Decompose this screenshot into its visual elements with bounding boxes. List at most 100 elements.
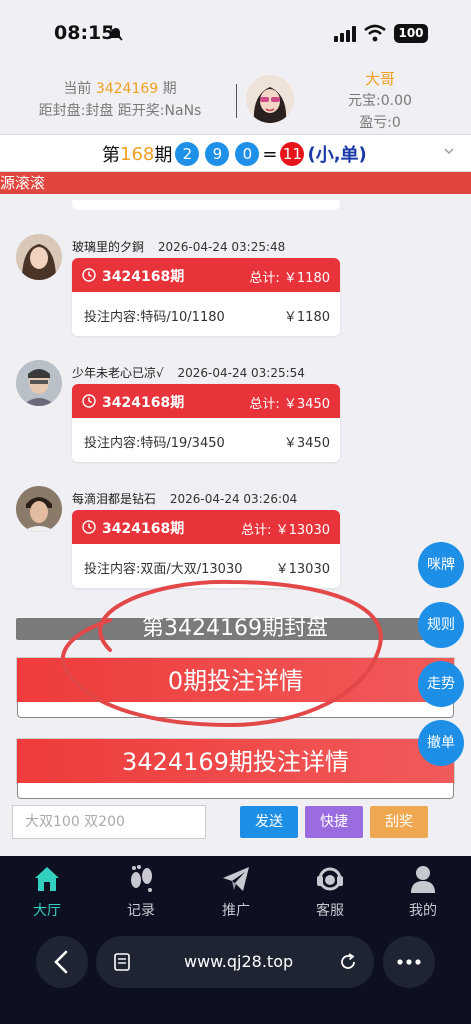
bet-content: 投注内容:双面/大双/13030 xyxy=(84,562,243,577)
bet-card: 3424168期 总计: ￥1180 投注内容:特码/10/1180 ￥1180 xyxy=(72,258,340,336)
nav-promo[interactable]: 推广 xyxy=(206,864,266,920)
headset-icon xyxy=(317,867,343,891)
current-suffix: 期 xyxy=(162,81,177,97)
bet-amount: ￥13030 xyxy=(275,562,330,577)
feed-username: 每滴泪都是钻石 xyxy=(72,492,157,506)
bet-amount: ￥1180 xyxy=(283,310,330,325)
draw-ball-2: 9 xyxy=(205,142,230,166)
bet-total: 总计: ￥1180 xyxy=(249,271,330,286)
username: 大哥 xyxy=(364,70,395,88)
feed-meta: 玻璃里的夕錒 2026-04-24 03:25:48 xyxy=(72,238,285,255)
draw-size: 小 xyxy=(315,145,334,166)
draw-open-paren: ( xyxy=(307,143,316,165)
draw-equals: = xyxy=(262,143,278,165)
trend-button[interactable]: 走势 xyxy=(418,661,464,707)
chevron-left-icon xyxy=(54,950,68,974)
bottom-navigation: 大厅 记录 推广 客服 我的 www.qj28.top xyxy=(0,856,471,1024)
zero-issue-bet-details-label: 0期投注详情 xyxy=(167,667,304,695)
feed-time: 2026-04-24 03:25:54 xyxy=(177,366,305,380)
send-button[interactable]: 发送 xyxy=(240,806,298,838)
footprints-icon xyxy=(131,865,152,892)
nav-service[interactable]: 客服 xyxy=(300,864,360,920)
draw-issue: 168 xyxy=(120,143,155,165)
balance-text: 元宝:0.00 xyxy=(348,93,412,109)
home-icon xyxy=(35,867,59,891)
more-dots-icon xyxy=(397,959,421,965)
nav-mine-label: 我的 xyxy=(409,903,437,919)
feed-meta: 每滴泪都是钻石 2026-04-24 03:26:04 xyxy=(72,490,297,507)
cellular-signal-icon xyxy=(334,26,356,42)
page-menu-icon[interactable] xyxy=(112,952,132,972)
bell-muted-icon xyxy=(109,27,123,41)
nav-records[interactable]: 记录 xyxy=(111,864,171,920)
browser-back-button[interactable] xyxy=(36,936,88,988)
draw-sum-ball: 11 xyxy=(280,142,305,166)
clock-icon xyxy=(82,268,96,282)
draw-ball-1: 2 xyxy=(175,142,200,166)
status-time: 08:15 xyxy=(54,22,115,44)
nav-promo-label: 推广 xyxy=(222,903,250,919)
last-draw-bar[interactable]: 第 168 期 2 9 0 = 11 ( 小 , 单 ) xyxy=(0,134,471,172)
detail-panel-placeholder xyxy=(17,783,454,799)
scratch-button[interactable]: 刮奖 xyxy=(370,806,428,838)
feed-time: 2026-04-24 03:26:04 xyxy=(169,492,298,506)
paper-plane-icon xyxy=(223,867,249,891)
zero-issue-bet-details-button[interactable]: 0期投注详情 xyxy=(16,657,455,718)
previous-card-tail xyxy=(72,200,340,210)
countdown-text: 距封盘:封盘 距开奖:NaNs xyxy=(38,103,202,119)
bet-card: 3424168期 总计: ￥13030 投注内容:双面/大双/13030 ￥13… xyxy=(72,510,340,588)
bet-card-header: 3424168期 总计: ￥1180 xyxy=(72,258,340,292)
feed-avatar xyxy=(16,360,62,406)
nav-records-label: 记录 xyxy=(127,903,155,919)
user-info: 大哥 元宝:0.00 盈亏:0 xyxy=(330,68,430,134)
bet-total: 总计: ￥13030 xyxy=(241,523,330,538)
game-header: 当前 3424169 期 距封盘:封盘 距开奖:NaNs 大哥 元宝:0.00 … xyxy=(0,66,471,134)
bet-total: 总计: ￥3450 xyxy=(249,397,330,412)
bet-card: 3424168期 总计: ￥3450 投注内容:特码/19/3450 ￥3450 xyxy=(72,384,340,462)
draw-comma: , xyxy=(333,143,341,165)
nav-service-label: 客服 xyxy=(316,903,344,919)
reload-icon[interactable] xyxy=(338,952,358,972)
reveal-card-button[interactable]: 咪牌 xyxy=(418,542,464,588)
browser-url-bar[interactable]: www.qj28.top xyxy=(96,936,374,988)
clock-icon xyxy=(82,520,96,534)
bet-card-body: 投注内容:双面/大双/13030 ￥13030 xyxy=(72,544,340,588)
draw-close-paren: ) xyxy=(358,143,367,165)
quick-button[interactable]: 快捷 xyxy=(305,806,363,838)
user-avatar[interactable] xyxy=(246,75,294,123)
bet-issue: 3424168期 xyxy=(102,395,185,411)
browser-more-button[interactable] xyxy=(383,936,435,988)
clock-icon xyxy=(82,394,96,408)
bet-message-input[interactable] xyxy=(12,805,206,839)
closed-issue-banner: 第3424169期封盘 xyxy=(16,618,454,640)
battery-indicator: 100 xyxy=(394,24,428,43)
cancel-bet-button[interactable]: 撤单 xyxy=(418,720,464,766)
bet-card-body: 投注内容:特码/19/3450 ￥3450 xyxy=(72,418,340,462)
draw-ball-3: 0 xyxy=(235,142,260,166)
feed-username: 少年未老心已凉√ xyxy=(72,366,164,380)
bet-card-header: 3424168期 总计: ￥3450 xyxy=(72,384,340,418)
bet-card-header: 3424168期 总计: ￥13030 xyxy=(72,510,340,544)
bet-content: 投注内容:特码/10/1180 xyxy=(84,310,225,325)
status-bar: 08:15 100 xyxy=(0,0,471,66)
draw-suffix: 期 xyxy=(154,145,173,166)
user-icon xyxy=(411,866,435,893)
feed-username: 玻璃里的夕錒 xyxy=(72,240,145,254)
profit-text: 盈亏:0 xyxy=(359,115,401,131)
feed-time: 2026-04-24 03:25:48 xyxy=(157,240,286,254)
chevron-down-icon[interactable] xyxy=(443,145,455,157)
current-issue-bet-details-label: 3424169期投注详情 xyxy=(122,748,349,776)
current-issue-number: 3424169 xyxy=(95,81,159,97)
header-divider xyxy=(236,84,237,118)
detail-panel-placeholder xyxy=(17,702,454,718)
feed-meta: 少年未老心已凉√ 2026-04-24 03:25:54 xyxy=(72,364,305,381)
current-issue-bet-details-button[interactable]: 3424169期投注详情 xyxy=(16,738,455,799)
feed-avatar xyxy=(16,234,62,280)
browser-url: www.qj28.top xyxy=(184,952,294,971)
rules-button[interactable]: 规则 xyxy=(418,602,464,648)
bet-issue: 3424168期 xyxy=(102,269,185,285)
nav-hall[interactable]: 大厅 xyxy=(17,864,77,920)
bet-card-body: 投注内容:特码/10/1180 ￥1180 xyxy=(72,292,340,336)
nav-mine[interactable]: 我的 xyxy=(393,864,453,920)
bet-content: 投注内容:特码/19/3450 xyxy=(84,436,225,451)
